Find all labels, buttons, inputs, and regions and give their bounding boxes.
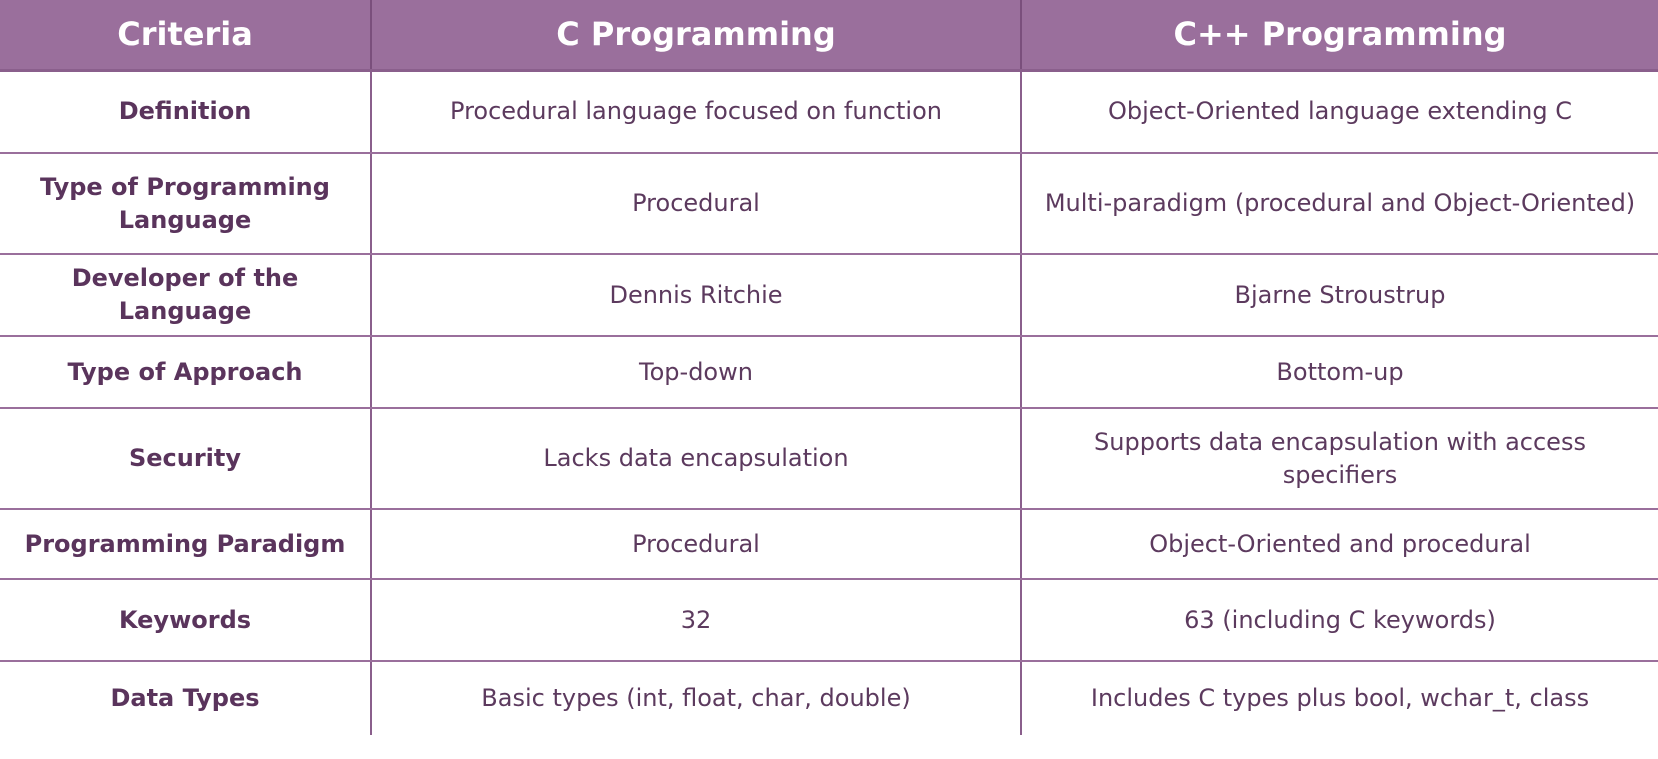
c-value-cell: Procedural (370, 153, 1021, 255)
c-value-cell: Procedural language focused on function (370, 70, 1021, 154)
c-value-cell: Dennis Ritchie (370, 254, 1021, 337)
criteria-cell: Developer of the Language (0, 254, 371, 337)
table-row: Programming Paradigm Procedural Object-O… (0, 509, 1658, 580)
table-row: Type of Programming Language Procedural … (0, 153, 1658, 255)
comparison-table: Criteria C Programming C++ Programming D… (0, 0, 1658, 735)
table-row: Developer of the Language Dennis Ritchie… (0, 254, 1658, 337)
cpp-value-cell: Object-Oriented language extending C (1020, 70, 1658, 154)
table-row: Definition Procedural language focused o… (0, 70, 1658, 154)
c-value-cell: Lacks data encapsulation (370, 408, 1021, 510)
table-header: Criteria C Programming C++ Programming (0, 0, 1658, 72)
cpp-value-cell: Includes C types plus bool, wchar_t, cla… (1020, 661, 1658, 735)
cpp-value-cell: 63 (including C keywords) (1020, 579, 1658, 662)
criteria-cell: Data Types (110, 684, 260, 712)
cpp-value-cell: Multi-paradigm (procedural and Object-Or… (1020, 153, 1658, 255)
table-body: Definition Procedural language focused o… (0, 70, 1658, 735)
c-value-cell: Procedural (370, 509, 1021, 580)
criteria-cell: Type of Approach (0, 336, 371, 409)
c-value-cell: Top-down (370, 336, 1021, 409)
table-row: Data Types Basic types (int, float, char… (0, 661, 1658, 735)
cpp-value-cell: Bottom-up (1020, 336, 1658, 409)
cpp-value-cell: Supports data encapsulation with access … (1020, 408, 1658, 510)
header-cpp-programming: C++ Programming (1020, 0, 1658, 72)
criteria-cell: Type of Programming Language (0, 153, 371, 255)
header-c-programming: C Programming (370, 0, 1021, 72)
cpp-value-cell: Object-Oriented and procedural (1020, 509, 1658, 580)
table-row: Security Lacks data encapsulation Suppor… (0, 408, 1658, 510)
criteria-cell: Definition (0, 70, 371, 154)
c-value-cell: Basic types (int, float, char, double) (370, 661, 1021, 735)
criteria-cell: Security (0, 408, 371, 510)
c-value-cell: 32 (370, 579, 1021, 662)
header-row: Criteria C Programming C++ Programming (0, 0, 1658, 72)
cpp-value-cell: Bjarne Stroustrup (1020, 254, 1658, 337)
table-row: Type of Approach Top-down Bottom-up (0, 336, 1658, 409)
header-criteria: Criteria (0, 0, 371, 72)
table-row: Keywords 32 63 (including C keywords) (0, 579, 1658, 662)
criteria-cell: Keywords (0, 579, 371, 662)
criteria-cell: Programming Paradigm (0, 509, 371, 580)
